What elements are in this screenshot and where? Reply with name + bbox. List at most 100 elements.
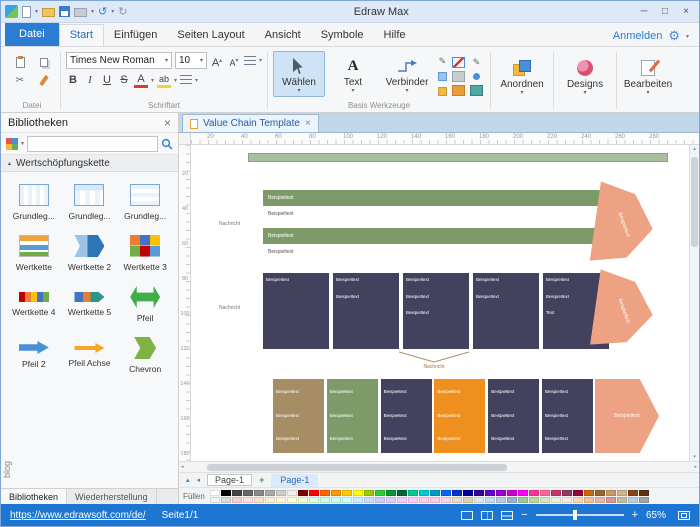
tab-bibliotheken[interactable]: Bibliotheken: [1, 489, 68, 504]
tab-close-icon[interactable]: ×: [305, 118, 311, 129]
scrollbar-thumb[interactable]: [691, 157, 698, 247]
active-page-tab[interactable]: Page-1: [271, 473, 319, 487]
paste-button[interactable]: [11, 55, 29, 70]
chevron-down-icon[interactable]: ▾: [111, 8, 114, 15]
color-swatch[interactable]: [484, 496, 495, 503]
value-chain-column[interactable]: Beispieltext Beispieltext Beispieltext: [380, 379, 432, 453]
library-search-input[interactable]: [27, 135, 158, 152]
font-size-select[interactable]: 10 ▾: [175, 52, 207, 69]
library-menu-icon[interactable]: [6, 137, 18, 150]
menu-seiten-layout[interactable]: Seiten Layout: [167, 25, 254, 46]
color-swatch[interactable]: [572, 489, 583, 496]
color-swatch[interactable]: [462, 489, 473, 496]
color-swatch[interactable]: [220, 496, 231, 503]
edit-button[interactable]: Bearbeiten ▾: [622, 53, 674, 99]
nachricht-label[interactable]: Nachricht: [219, 221, 240, 227]
fit-page-icon[interactable]: [678, 510, 690, 520]
library-item-wertkette-3[interactable]: Wertkette 3: [118, 235, 172, 272]
color-swatch[interactable]: [616, 489, 627, 496]
menu-start[interactable]: Start: [58, 24, 104, 46]
format-painter-button[interactable]: [35, 73, 53, 88]
color-swatch[interactable]: [594, 496, 605, 503]
color-swatch[interactable]: [517, 496, 528, 503]
menu-einfügen[interactable]: Einfügen: [104, 25, 167, 46]
shape-tool-button[interactable]: [438, 72, 448, 81]
menu-symbole[interactable]: Symbole: [311, 25, 374, 46]
color-swatch[interactable]: [528, 496, 539, 503]
color-swatch[interactable]: [242, 496, 253, 503]
zoom-slider-thumb[interactable]: [572, 510, 577, 520]
color-swatch[interactable]: [484, 489, 495, 496]
chevron-down-icon[interactable]: ▾: [21, 140, 24, 147]
color-swatch[interactable]: [297, 496, 308, 503]
library-item-grundleg-[interactable]: Grundleg...: [118, 184, 172, 221]
color-swatch[interactable]: [451, 489, 462, 496]
color-swatch[interactable]: [638, 489, 649, 496]
color-swatch[interactable]: [264, 489, 275, 496]
color-swatch[interactable]: [330, 496, 341, 503]
color-swatch[interactable]: [583, 489, 594, 496]
color-swatch[interactable]: [594, 489, 605, 496]
view-fullscreen-icon[interactable]: [501, 510, 514, 520]
search-icon[interactable]: [161, 138, 173, 150]
shrink-font-button[interactable]: [227, 53, 241, 69]
value-chain-bar[interactable]: Beispieltext: [263, 190, 609, 206]
chevron-down-icon[interactable]: ▾: [35, 8, 38, 15]
designs-button[interactable]: Designs ▾: [559, 53, 611, 99]
add-page-button[interactable]: +: [259, 475, 264, 485]
color-swatch[interactable]: [572, 496, 583, 503]
zoom-slider[interactable]: [535, 510, 624, 520]
bullet-list-button[interactable]: [180, 75, 193, 85]
print-button[interactable]: [74, 8, 88, 17]
strikethrough-button[interactable]: S: [117, 72, 131, 88]
page-tab[interactable]: Page-1: [207, 474, 253, 486]
color-swatch[interactable]: [418, 496, 429, 503]
color-swatch[interactable]: [627, 489, 638, 496]
group-tool-button[interactable]: [470, 85, 484, 96]
color-swatch[interactable]: [429, 489, 440, 496]
minimize-button[interactable]: ─: [635, 6, 653, 17]
value-chain-column[interactable]: Beispieltext Beispieltext Beispieltext: [434, 379, 486, 453]
align-text-icon[interactable]: [244, 55, 256, 66]
color-swatch[interactable]: [352, 496, 363, 503]
scrollbar-thumb[interactable]: [207, 464, 507, 471]
select-tool-button[interactable]: Wählen ▾: [273, 51, 326, 97]
color-swatch[interactable]: [209, 496, 220, 503]
color-swatch[interactable]: [396, 489, 407, 496]
nachricht-label[interactable]: Nachricht: [399, 364, 469, 370]
chevron-down-icon[interactable]: ▾: [91, 8, 94, 15]
font-color-button[interactable]: [134, 73, 148, 88]
color-swatch[interactable]: [495, 489, 506, 496]
library-item-wertkette-4[interactable]: Wertkette 4: [7, 286, 61, 323]
underline-button[interactable]: U: [100, 72, 114, 88]
color-swatch[interactable]: [418, 489, 429, 496]
color-swatch[interactable]: [605, 496, 616, 503]
scroll-up-icon[interactable]: ▴: [693, 146, 696, 152]
first-page-icon[interactable]: ◂: [197, 476, 201, 484]
text-tool-button[interactable]: Text ▾: [327, 51, 379, 97]
color-swatch[interactable]: [275, 489, 286, 496]
library-item-grundleg-[interactable]: Grundleg...: [7, 184, 61, 221]
color-swatch[interactable]: [583, 496, 594, 503]
highlight-button[interactable]: [157, 73, 172, 88]
blog-tab[interactable]: blog: [2, 453, 13, 485]
lock-tool-button[interactable]: [452, 85, 466, 96]
scroll-left-icon[interactable]: ◂: [181, 464, 184, 470]
color-swatch[interactable]: [440, 489, 451, 496]
color-swatch[interactable]: [616, 496, 627, 503]
library-item-pfeil[interactable]: Pfeil: [118, 286, 172, 323]
value-chain-column[interactable]: Beispieltext Beispieltext Beispieltext: [326, 379, 378, 453]
value-chain-top-bar[interactable]: [248, 153, 668, 162]
library-item-wertkette[interactable]: Wertkette: [7, 235, 61, 272]
library-section-header[interactable]: ▴ Wertschöpfungskette: [1, 155, 178, 172]
menu-datei[interactable]: Datei: [5, 23, 59, 46]
chevron-down-icon[interactable]: ▾: [686, 33, 689, 40]
pen-tool-button[interactable]: ✎: [435, 55, 450, 68]
color-swatch[interactable]: [539, 496, 550, 503]
fill-tool-button[interactable]: [452, 71, 466, 82]
color-swatch[interactable]: [385, 496, 396, 503]
color-swatch[interactable]: [253, 489, 264, 496]
redo-button[interactable]: ↻: [118, 6, 127, 18]
close-button[interactable]: ×: [677, 6, 695, 17]
library-item-chevron[interactable]: Chevron: [118, 337, 172, 374]
